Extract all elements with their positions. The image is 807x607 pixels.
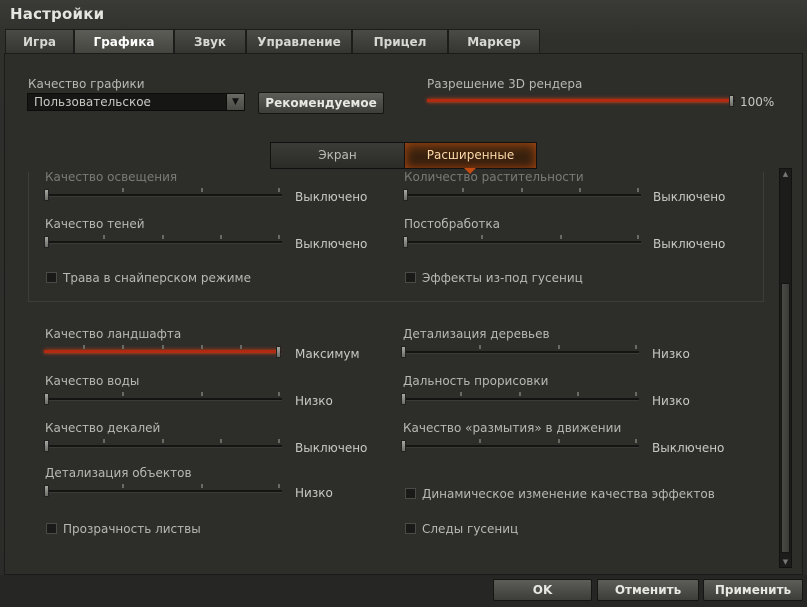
sniper-grass-label: Трава в снайперском режиме [63, 271, 251, 285]
lighting-slider[interactable] [44, 188, 282, 201]
mode-switch: Экран Расширенные [270, 142, 537, 174]
graphics-quality-value: Пользовательское [34, 95, 151, 109]
tab-sight[interactable]: Прицел [352, 29, 448, 53]
scroll-down-icon[interactable]: ▼ [780, 557, 791, 567]
mode-screen-button[interactable]: Экран [271, 143, 405, 168]
vegetation-value: Выключено [653, 190, 726, 204]
vegetation-label: Количество растительности [404, 170, 584, 184]
apply-button[interactable]: Применить [703, 579, 803, 601]
recommended-button[interactable]: Рекомендуемое [258, 92, 384, 114]
objects-value: Низко [295, 486, 333, 500]
decals-label: Качество декалей [45, 421, 161, 435]
decals-value: Выключено [295, 441, 368, 455]
window-title: Настройки [10, 5, 105, 23]
trees-label: Детализация деревьев [403, 327, 550, 341]
track-effects-label: Эффекты из-под гусениц [422, 271, 583, 285]
graphics-quality-dropdown[interactable]: Пользовательское ▼ [27, 93, 245, 111]
tab-sound[interactable]: Звук [174, 29, 246, 53]
shadows-label: Качество теней [45, 217, 145, 231]
graphics-quality-label: Качество графики [28, 77, 145, 91]
foliage-label: Прозрачность листвы [63, 522, 201, 536]
shadows-slider[interactable] [44, 235, 282, 248]
cancel-button[interactable]: Отменить [597, 579, 699, 601]
track-marks-checkbox[interactable] [405, 523, 416, 534]
decals-slider[interactable] [44, 439, 282, 452]
tab-game[interactable]: Игра [5, 29, 74, 53]
landscape-label: Качество ландшафта [45, 327, 182, 341]
draw-distance-value: Низко [652, 394, 690, 408]
track-effects-checkbox[interactable] [405, 272, 416, 283]
objects-label: Детализация объектов [45, 466, 192, 480]
scroll-up-icon[interactable]: ▲ [780, 169, 791, 179]
chevron-down-icon[interactable]: ▼ [226, 94, 244, 110]
foliage-checkbox[interactable] [46, 523, 57, 534]
trees-value: Низко [652, 347, 690, 361]
motion-blur-label: Качество «размытия» в движении [403, 421, 622, 435]
landscape-value: Максимум [295, 347, 360, 361]
track-marks-label: Следы гусениц [422, 522, 519, 536]
draw-distance-label: Дальность прорисовки [403, 374, 549, 388]
lighting-value: Выключено [295, 190, 368, 204]
dynamic-effects-checkbox[interactable] [405, 488, 416, 499]
tab-marker[interactable]: Маркер [448, 29, 540, 53]
render-resolution-slider[interactable] [427, 95, 735, 107]
objects-slider[interactable] [44, 484, 282, 497]
lighting-label: Качество освещения [45, 170, 178, 184]
motion-blur-slider[interactable] [401, 439, 639, 452]
slider-thumb[interactable] [729, 95, 734, 107]
tab-graphics[interactable]: Графика [74, 29, 174, 53]
motion-blur-value: Выключено [652, 441, 725, 455]
sniper-grass-checkbox[interactable] [46, 272, 57, 283]
trees-slider[interactable] [401, 345, 639, 358]
postprocessing-slider[interactable] [403, 235, 641, 248]
vegetation-slider[interactable] [403, 188, 641, 201]
postprocessing-value: Выключено [653, 237, 726, 251]
landscape-slider[interactable] [44, 345, 282, 358]
render-resolution-value: 100% [740, 95, 775, 109]
postprocessing-label: Постобработка [404, 217, 500, 231]
tab-controls[interactable]: Управление [246, 29, 352, 53]
settings-window: Настройки Игра Графика Звук Управление П… [0, 0, 807, 607]
mode-advanced-button[interactable]: Расширенные [405, 143, 536, 168]
water-label: Качество воды [45, 374, 140, 388]
vertical-scrollbar[interactable]: ▲ ▼ [779, 168, 792, 568]
water-slider[interactable] [44, 392, 282, 405]
render-resolution-label: Разрешение 3D рендера [427, 77, 583, 91]
ok-button[interactable]: OK [493, 579, 592, 601]
dynamic-effects-label: Динамическое изменение качества эффектов [422, 487, 715, 501]
draw-distance-slider[interactable] [401, 392, 639, 405]
scrollbar-thumb[interactable] [781, 283, 790, 553]
water-value: Низко [295, 394, 333, 408]
shadows-value: Выключено [295, 237, 368, 251]
